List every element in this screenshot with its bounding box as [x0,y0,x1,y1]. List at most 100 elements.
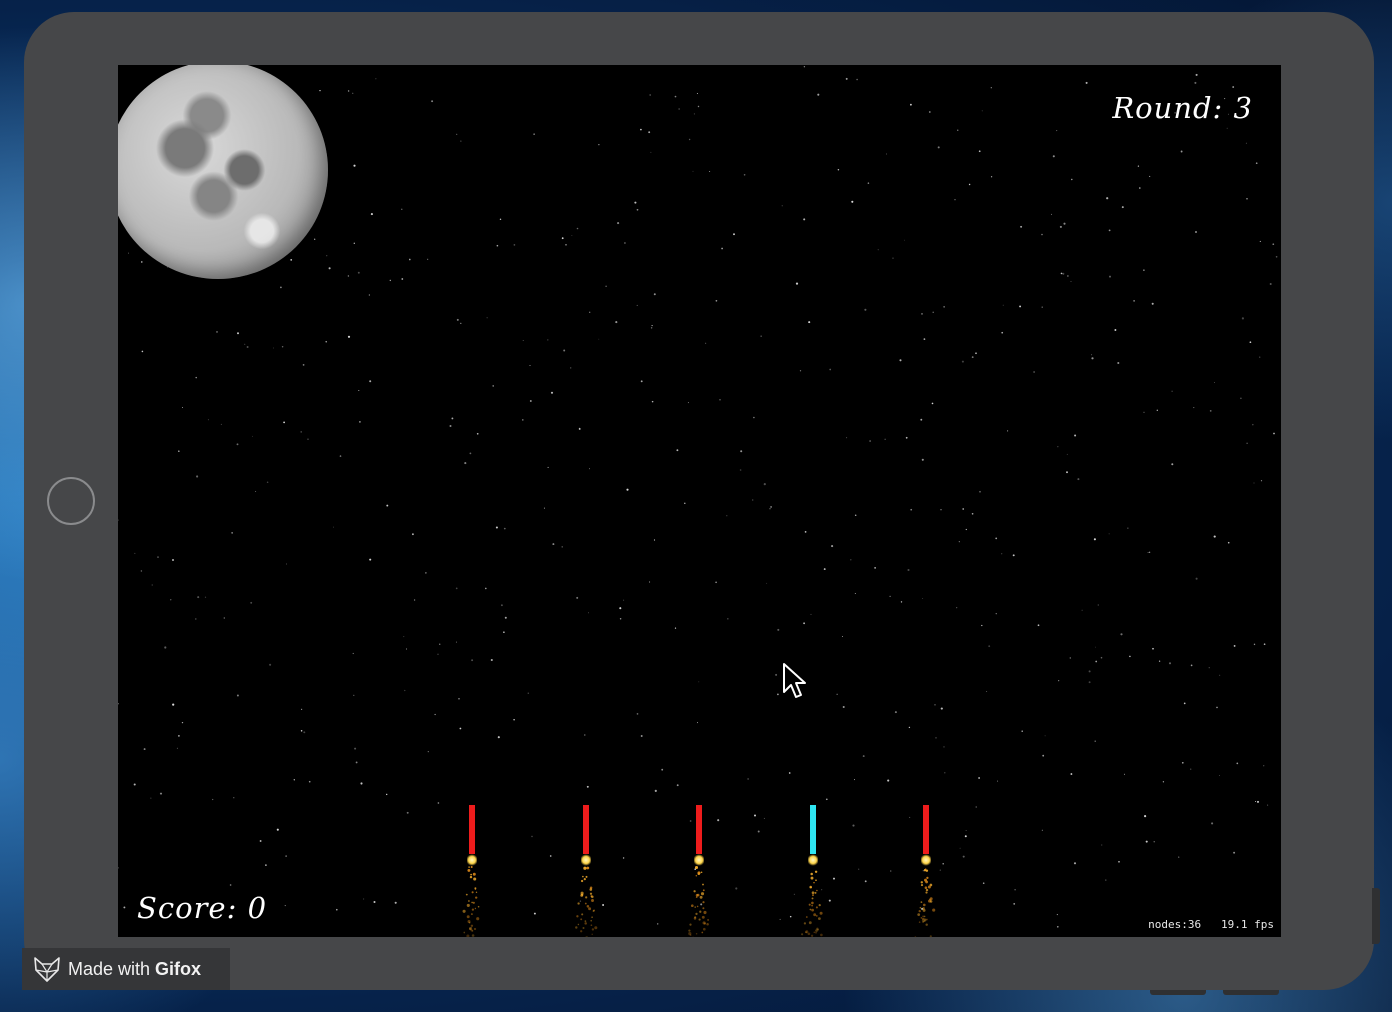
exhaust-spark [585,936,589,937]
star [854,593,856,595]
star [854,779,855,781]
star [1070,281,1072,282]
star [458,697,460,700]
exhaust-spark [917,913,921,916]
star [360,782,363,785]
star [369,558,372,561]
exhaust-spark [471,908,475,911]
exhaust-spark [690,904,694,908]
exhaust-spark [699,895,703,899]
star [841,636,843,638]
star [231,532,233,534]
star [763,483,766,486]
star [1093,538,1096,541]
star [650,327,653,329]
game-screen[interactable]: Round: 3 Score: 0 nodes:36 19.1 fps [118,65,1281,937]
star [293,779,295,781]
star [486,317,488,319]
exhaust-spark [810,876,814,880]
exhaust-spark [467,868,471,872]
exhaust-spark [470,929,473,932]
star [634,201,637,204]
star [965,830,967,831]
star [369,380,372,383]
star [401,278,404,280]
exhaust-spark [583,866,587,870]
star [1106,197,1109,200]
star [1226,127,1228,129]
star [752,499,754,501]
star [649,94,652,96]
star [1052,155,1055,158]
star [431,100,434,103]
star [353,242,355,244]
exhaust-spark [695,875,698,877]
star [499,218,502,221]
star [437,802,440,804]
star [1194,81,1197,84]
star [347,275,350,277]
star [1129,655,1131,658]
device-volume-button[interactable] [1223,990,1279,995]
star [715,299,718,302]
star [118,519,119,521]
star [1033,371,1035,373]
star [831,545,834,548]
exhaust-spark [920,884,924,887]
star [615,321,618,324]
star [244,343,246,345]
rocket-body [583,805,589,854]
exhaust-spark [476,917,480,921]
exhaust-spark [695,893,699,897]
exhaust-spark [706,922,709,926]
star [1097,604,1099,606]
star [406,811,409,814]
star [375,78,377,80]
star [326,255,328,257]
star [763,817,765,819]
home-button[interactable] [47,477,95,525]
star [687,402,689,404]
exhaust-spark [813,913,817,917]
star [352,92,354,94]
star [1007,430,1009,432]
star [1037,624,1040,627]
exhaust-spark [581,913,584,916]
star [403,636,405,638]
device-volume-button[interactable] [1150,990,1206,995]
star [1143,411,1145,413]
exhaust-spark [815,915,818,917]
star [858,868,860,870]
star [181,721,184,724]
exhaust-spark [591,928,595,931]
star [1195,231,1197,233]
exhaust-spark [818,903,821,907]
star [233,797,235,799]
star [1060,272,1063,275]
star [1190,664,1193,667]
exhaust-spark [583,877,586,881]
star [1259,240,1261,242]
star [1183,702,1186,705]
star [698,681,700,683]
star [352,652,354,655]
nodes-count: nodes:36 [1148,918,1202,931]
star [598,338,600,340]
star [529,364,531,367]
exhaust-spark [472,872,476,876]
exhaust-spark [585,896,588,899]
star [693,113,695,115]
exhaust-spark [815,906,818,909]
device-side-button[interactable] [1372,888,1380,944]
star [1091,357,1094,360]
star [464,462,467,465]
star [656,923,659,925]
star [411,533,414,536]
star [333,526,334,528]
star [684,502,686,505]
star [302,364,305,366]
exhaust-spark [929,935,932,937]
star [721,247,723,250]
star [777,628,780,631]
star [336,908,338,911]
